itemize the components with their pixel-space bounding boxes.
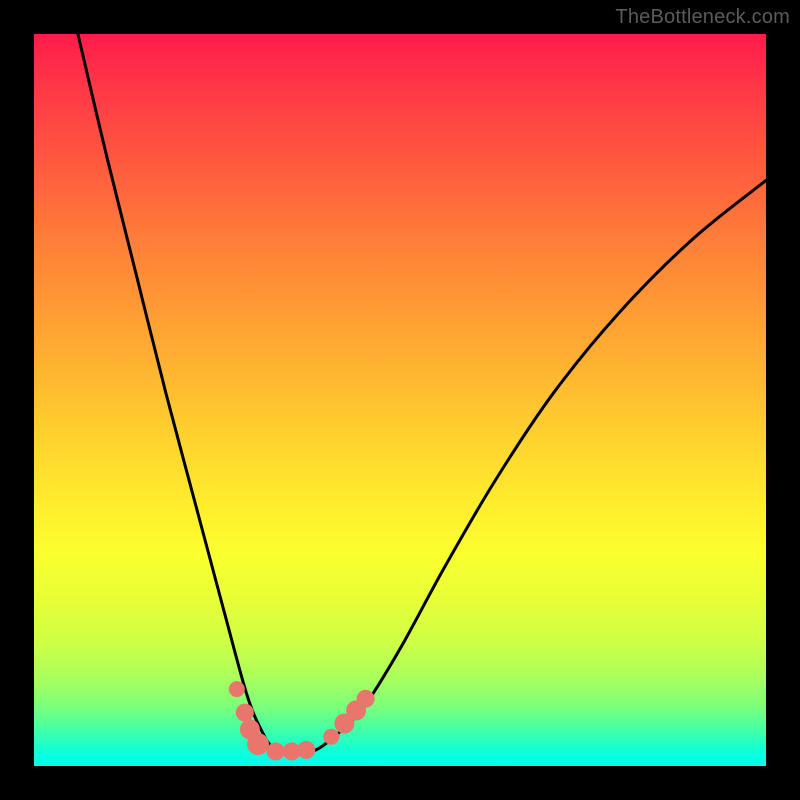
chart-svg <box>34 34 766 766</box>
curve-marker <box>229 681 245 697</box>
curve-group <box>78 34 766 753</box>
plot-area <box>34 34 766 766</box>
curve-marker <box>247 733 269 755</box>
curve-marker <box>267 742 285 760</box>
curve-marker <box>357 690 375 708</box>
curve-marker <box>297 741 315 759</box>
curve-marker <box>236 704 254 722</box>
curve-markers <box>229 681 375 760</box>
watermark-text: TheBottleneck.com <box>615 6 790 29</box>
bottleneck-curve <box>78 34 766 753</box>
chart-frame: TheBottleneck.com <box>0 0 800 800</box>
curve-marker <box>323 729 339 745</box>
